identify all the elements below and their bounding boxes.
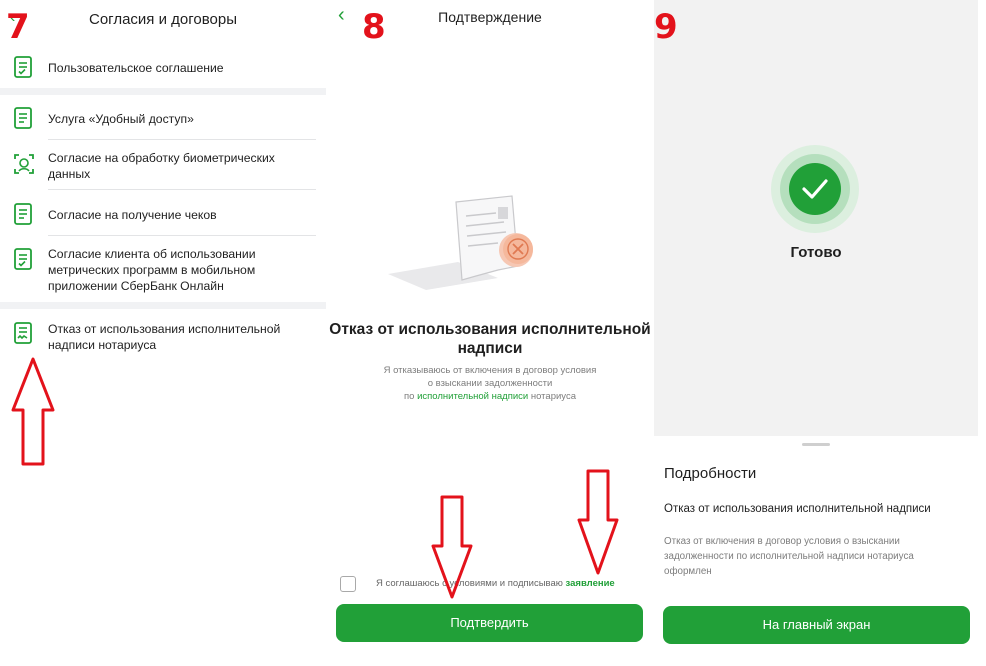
refusal-heading: Отказ от использования исполнительной на…	[329, 321, 651, 357]
face-scan-icon	[14, 154, 34, 174]
confirm-button[interactable]: Подтвердить	[336, 604, 643, 642]
agreement-row: Я соглашаюсь с условиями и подписываю за…	[340, 575, 650, 593]
success-check-icon	[771, 145, 859, 233]
step-number: 8	[362, 7, 386, 47]
description-line: Я отказываюсь от включения в договор усл…	[383, 365, 597, 376]
document-rejected-illustration	[388, 195, 533, 290]
step-number: 9	[654, 7, 678, 47]
document-icon	[14, 107, 32, 129]
annotation-up-arrow	[11, 357, 55, 466]
refusal-description: Я отказываюсь от включения в договор усл…	[326, 364, 654, 403]
annotation-down-arrow	[577, 469, 619, 575]
sheet-description: Отказ от включения в договор условия о в…	[664, 536, 914, 577]
details-sheet: Подробности Отказ от использования испол…	[654, 436, 978, 666]
notary-inscription-link[interactable]: исполнительной надписи	[417, 391, 528, 402]
group-divider	[0, 88, 326, 95]
home-button[interactable]: На главный экран	[663, 606, 970, 644]
list-item-easy-access[interactable]: Услуга «Удобный доступ»	[0, 100, 326, 140]
step-number: 7	[6, 7, 30, 47]
annotation-down-arrow	[431, 495, 473, 599]
list-item-label: Согласие клиента об использовании метрич…	[48, 247, 256, 293]
document-icon	[14, 56, 32, 78]
list-item-label: Пользовательское соглашение	[48, 61, 224, 75]
list-item-label: Услуга «Удобный доступ»	[48, 112, 194, 126]
description-text: нотариуса	[530, 391, 576, 402]
agreement-text: Я соглашаюсь с условиями и подписываю за…	[376, 578, 615, 589]
list-item-metrics[interactable]: Согласие клиента об использовании метрич…	[0, 236, 326, 300]
signed-document-icon	[14, 322, 32, 344]
list-item-user-agreement[interactable]: Пользовательское соглашение	[0, 52, 326, 84]
document-icon	[14, 203, 32, 225]
confirmation-screen: ‹ Подтверждение Отказ от использования и…	[326, 0, 654, 666]
page-title: Согласия и договоры	[89, 11, 237, 28]
list-item-label: Согласие на обработку биометрических дан…	[48, 151, 275, 181]
status-text: Готово	[790, 244, 842, 261]
list-item-notary-refusal[interactable]: Отказ от использования исполнительной на…	[0, 314, 326, 358]
sheet-title: Подробности	[664, 465, 757, 482]
agree-checkbox[interactable]	[340, 576, 356, 592]
description-line: по исполнительной надписи нотариуса	[326, 390, 654, 403]
list-item-label: Согласие на получение чеков	[48, 208, 217, 222]
list-item-biometrics[interactable]: Согласие на обработку биометрических дан…	[0, 140, 326, 190]
statement-link[interactable]: заявление	[566, 578, 615, 589]
description-line: о взыскании задолженности	[427, 378, 553, 389]
group-divider	[0, 302, 326, 309]
drag-handle[interactable]	[802, 443, 830, 446]
description-text: по	[404, 391, 415, 402]
document-icon	[14, 248, 32, 270]
list-item-label: Отказ от использования исполнительной на…	[48, 322, 281, 352]
sheet-subtitle: Отказ от использования исполнительной на…	[664, 503, 931, 515]
list-item-receipts[interactable]: Согласие на получение чеков	[0, 190, 326, 236]
agreements-screen: ‹ Согласия и договоры Пользовательское с…	[0, 0, 326, 666]
success-screen: Готово Подробности Отказ от использовани…	[654, 0, 978, 666]
